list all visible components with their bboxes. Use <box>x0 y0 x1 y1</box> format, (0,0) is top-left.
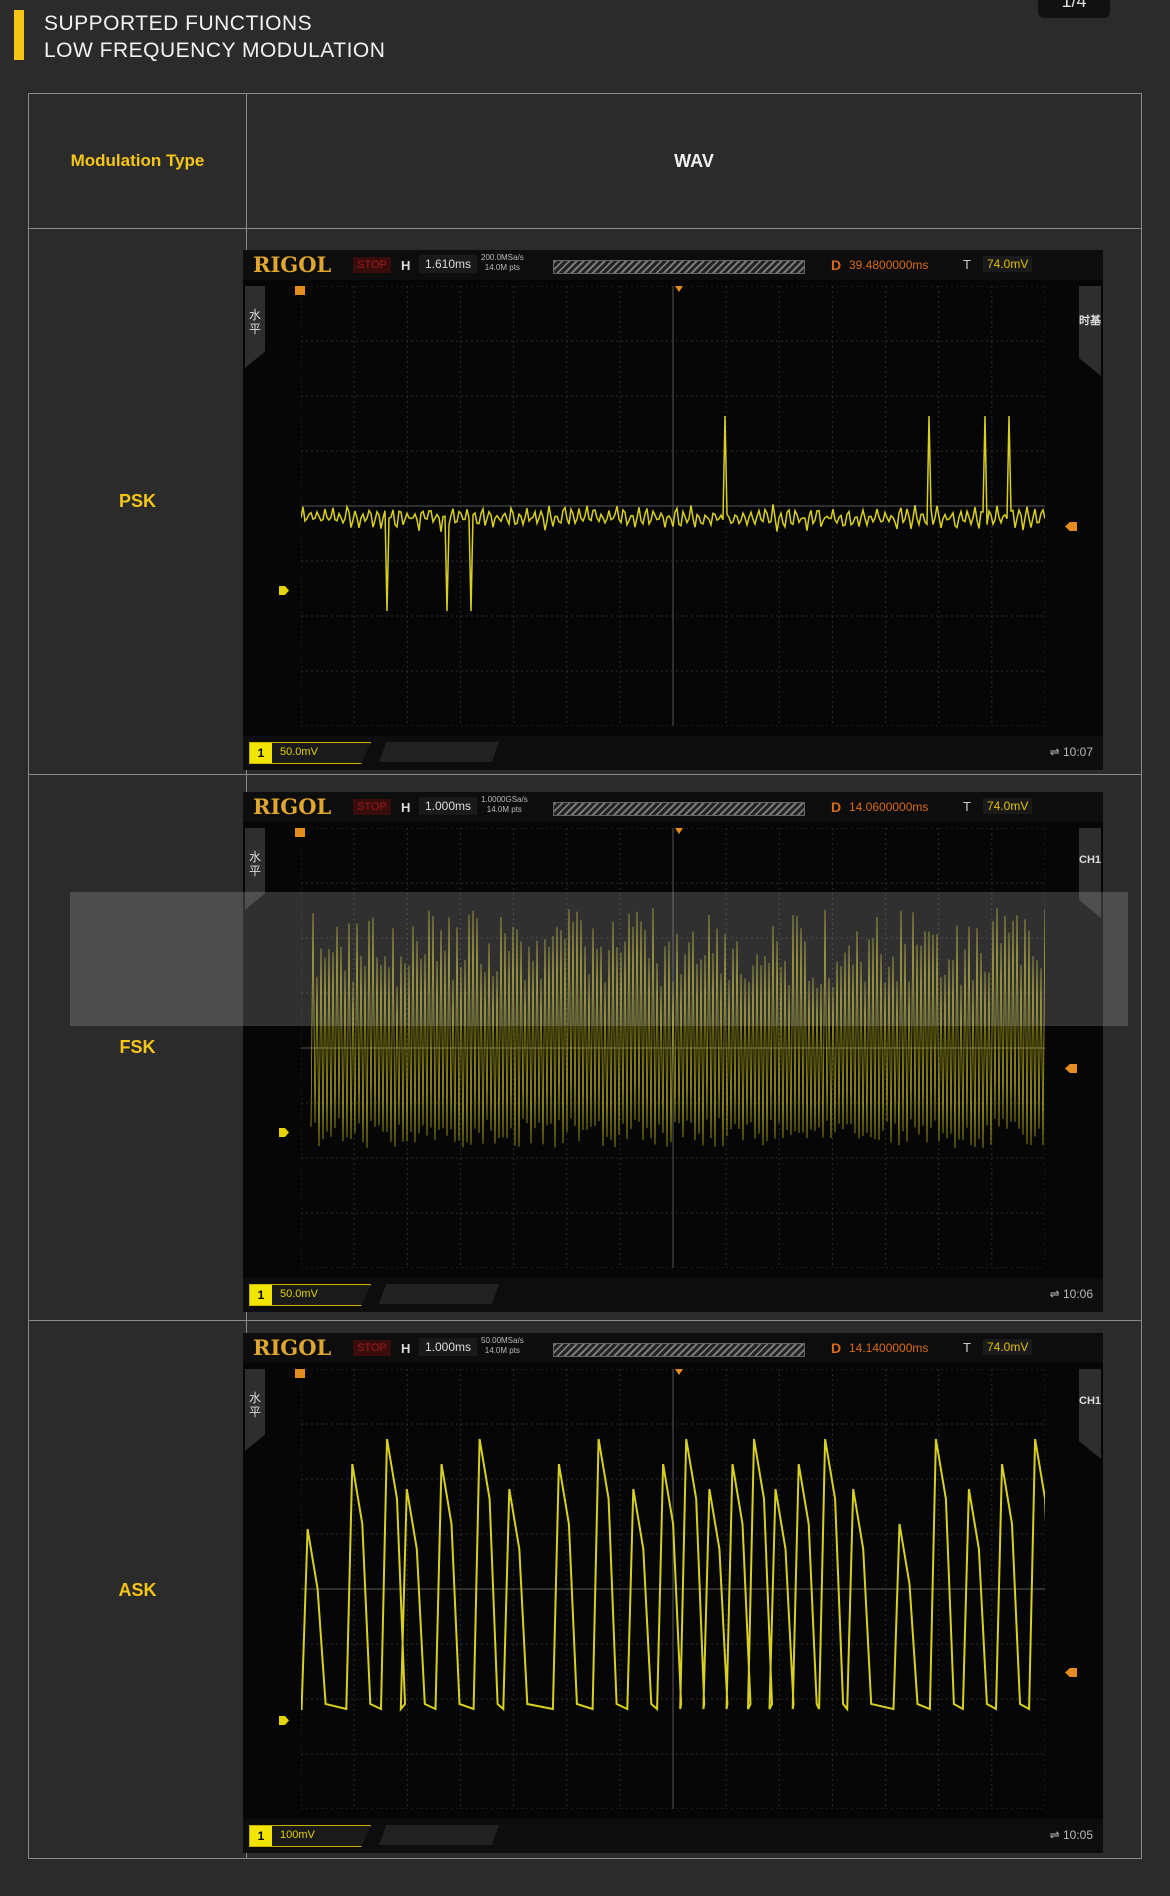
delay-label: D <box>831 257 841 273</box>
trigger-position-marker <box>295 1369 305 1378</box>
row-label-fsk: FSK <box>29 775 246 1320</box>
title-line-2: LOW FREQUENCY MODULATION <box>44 37 385 64</box>
sample-rate: 200.0MSa/s 14.0M pts <box>481 253 524 273</box>
channel-1-tab: 1 100mV <box>249 1825 371 1847</box>
trigger-arrow <box>675 1369 683 1375</box>
column-header-type: Modulation Type <box>29 94 246 228</box>
section-title: SUPPORTED FUNCTIONS LOW FREQUENCY MODULA… <box>44 10 385 64</box>
scope-grid <box>301 1369 1045 1809</box>
oscilloscope-screenshot: RIGOL STOP H 1.610ms 200.0MSa/s 14.0M pts… <box>243 250 1103 770</box>
channel-2-tab <box>379 1284 499 1304</box>
clock-readout: ⇌ 10:07 <box>1050 745 1093 759</box>
accent-bar <box>14 10 24 60</box>
scope-bottom-bar: 1 100mV ⇌ 10:05 <box>243 1819 1103 1853</box>
brand-logo: RIGOL <box>253 1335 331 1360</box>
scope-grid <box>301 286 1045 726</box>
delay-value: 14.0600000ms <box>849 800 928 814</box>
delay-label: D <box>831 799 841 815</box>
horizontal-label: H <box>401 1341 410 1356</box>
channel-ground-marker <box>279 1716 289 1725</box>
clock-readout: ⇌ 10:05 <box>1050 1828 1093 1842</box>
scope-status-bar: RIGOL STOP H 1.000ms 50.00MSa/s 14.0M pts… <box>243 1333 1103 1363</box>
brand-logo: RIGOL <box>253 794 331 819</box>
scope-bottom-bar: 1 50.0mV ⇌ 10:07 <box>243 736 1103 770</box>
memory-bar <box>553 802 805 816</box>
horizontal-side-tab: 水平 <box>245 286 265 368</box>
column-header-wav: WAV <box>247 94 1141 228</box>
channel-1-scale: 50.0mV <box>280 1288 318 1300</box>
timebase-side-tab: CH1 <box>1079 1369 1101 1459</box>
clock-readout: ⇌ 10:06 <box>1050 1287 1093 1301</box>
oscilloscope-screenshot: RIGOL STOP H 1.000ms 1.0000GSa/s 14.0M pt… <box>243 792 1103 1312</box>
trigger-label: T <box>963 1340 971 1355</box>
run-status: STOP <box>353 1340 391 1356</box>
horizontal-scale: 1.000ms <box>419 1338 477 1356</box>
trigger-level-marker <box>1065 522 1077 531</box>
channel-1-number: 1 <box>250 1826 272 1846</box>
title-line-1: SUPPORTED FUNCTIONS <box>44 10 385 37</box>
channel-1-number: 1 <box>250 1285 272 1305</box>
horizontal-scale: 1.000ms <box>419 797 477 815</box>
horizontal-side-tab: 水平 <box>245 1369 265 1451</box>
trigger-level-marker <box>1065 1668 1077 1677</box>
trigger-level: 74.0mV <box>983 798 1032 814</box>
row-label-ask: ASK <box>29 1321 246 1859</box>
channel-1-tab: 1 50.0mV <box>249 742 371 764</box>
sample-rate: 50.00MSa/s 14.0M pts <box>481 1336 524 1356</box>
page-indicator: 1/4 <box>1038 0 1110 18</box>
channel-2-tab <box>379 1825 499 1845</box>
delay-label: D <box>831 1340 841 1356</box>
horizontal-label: H <box>401 800 410 815</box>
trigger-label: T <box>963 799 971 814</box>
sample-rate: 1.0000GSa/s 14.0M pts <box>481 795 528 815</box>
trigger-position-marker <box>295 828 305 837</box>
channel-1-scale: 50.0mV <box>280 746 318 758</box>
brand-logo: RIGOL <box>253 252 331 277</box>
trigger-arrow <box>675 828 683 834</box>
scope-bottom-bar: 1 50.0mV ⇌ 10:06 <box>243 1278 1103 1312</box>
oscilloscope-screenshot: RIGOL STOP H 1.000ms 50.00MSa/s 14.0M pts… <box>243 1333 1103 1853</box>
channel-ground-marker <box>279 1128 289 1137</box>
trigger-level: 74.0mV <box>983 256 1032 272</box>
delay-value: 14.1400000ms <box>849 1341 928 1355</box>
channel-1-scale: 100mV <box>280 1829 315 1841</box>
trigger-arrow <box>675 286 683 292</box>
trigger-label: T <box>963 257 971 272</box>
channel-1-number: 1 <box>250 743 272 763</box>
horizontal-label: H <box>401 258 410 273</box>
delay-value: 39.4800000ms <box>849 258 928 272</box>
channel-ground-marker <box>279 586 289 595</box>
horizontal-scale: 1.610ms <box>419 255 477 273</box>
trigger-level-marker <box>1065 1064 1077 1073</box>
run-status: STOP <box>353 799 391 815</box>
watermark-overlay <box>70 892 1128 1026</box>
channel-2-tab <box>379 742 499 762</box>
trigger-position-marker <box>295 286 305 295</box>
run-status: STOP <box>353 257 391 273</box>
timebase-side-tab: 时基 <box>1079 286 1101 376</box>
row-label-psk: PSK <box>29 229 246 774</box>
channel-1-tab: 1 50.0mV <box>249 1284 371 1306</box>
memory-bar <box>553 260 805 274</box>
memory-bar <box>553 1343 805 1357</box>
scope-status-bar: RIGOL STOP H 1.000ms 1.0000GSa/s 14.0M pt… <box>243 792 1103 822</box>
scope-status-bar: RIGOL STOP H 1.610ms 200.0MSa/s 14.0M pts… <box>243 250 1103 280</box>
trigger-level: 74.0mV <box>983 1339 1032 1355</box>
